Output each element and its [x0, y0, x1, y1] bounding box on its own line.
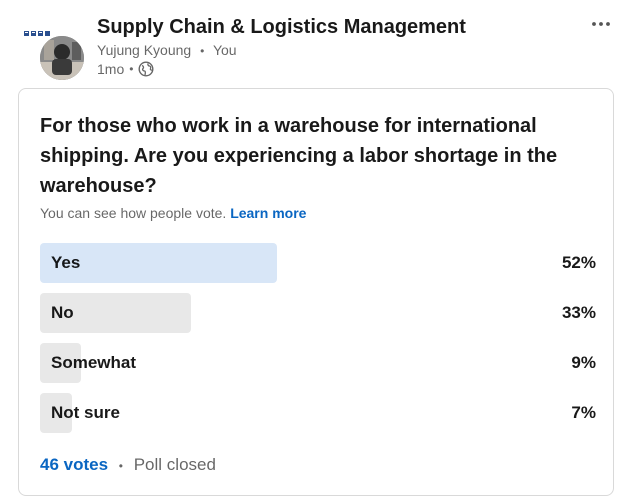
poll-option-percent: 52% — [561, 253, 596, 272]
poll-option-no[interactable]: No 33% — [40, 293, 596, 333]
visibility-text: You can see how people vote. — [40, 205, 227, 221]
poll-option-percent: 9% — [571, 353, 596, 372]
vote-visibility-note: You can see how people vote. Learn more — [40, 203, 306, 223]
poll-footer: 46 votes • Poll closed — [40, 453, 216, 478]
author-separator: • — [200, 44, 205, 58]
poll-card: For those who work in a warehouse for in… — [18, 88, 614, 496]
author-line: Yujung Kyoung • You — [97, 41, 237, 60]
post-time: 1mo — [97, 61, 125, 77]
vote-count-link[interactable]: 46 votes — [40, 455, 108, 474]
poll-status: Poll closed — [133, 455, 216, 474]
learn-more-link[interactable]: Learn more — [230, 205, 306, 221]
poll-option-not-sure[interactable]: Not sure 7% — [40, 393, 596, 433]
globe-icon — [138, 61, 154, 77]
group-name[interactable]: Supply Chain & Logistics Management — [97, 14, 466, 40]
poll-option-label: No — [51, 303, 74, 322]
poll-option-label: Somewhat — [51, 353, 137, 372]
footer-separator: • — [118, 459, 123, 473]
time-separator: • — [129, 62, 134, 76]
poll-option-label: Yes — [51, 253, 81, 272]
poll-option-percent: 33% — [561, 303, 596, 322]
author-relation: You — [212, 42, 237, 58]
more-options-icon[interactable] — [587, 10, 615, 38]
poll-option-somewhat[interactable]: Somewhat 9% — [40, 343, 596, 383]
poll-question: For those who work in a warehouse for in… — [40, 115, 558, 197]
post-header: Supply Chain & Logistics Management Yuju… — [0, 0, 637, 88]
poll-option-yes[interactable]: Yes 52% — [40, 243, 596, 283]
poll-option-percent: 7% — [571, 403, 596, 422]
post-meta: 1mo • — [97, 60, 154, 78]
group-avatar[interactable] — [24, 22, 86, 82]
poll-option-label: Not sure — [51, 403, 120, 422]
author-name[interactable]: Yujung Kyoung — [97, 42, 191, 58]
